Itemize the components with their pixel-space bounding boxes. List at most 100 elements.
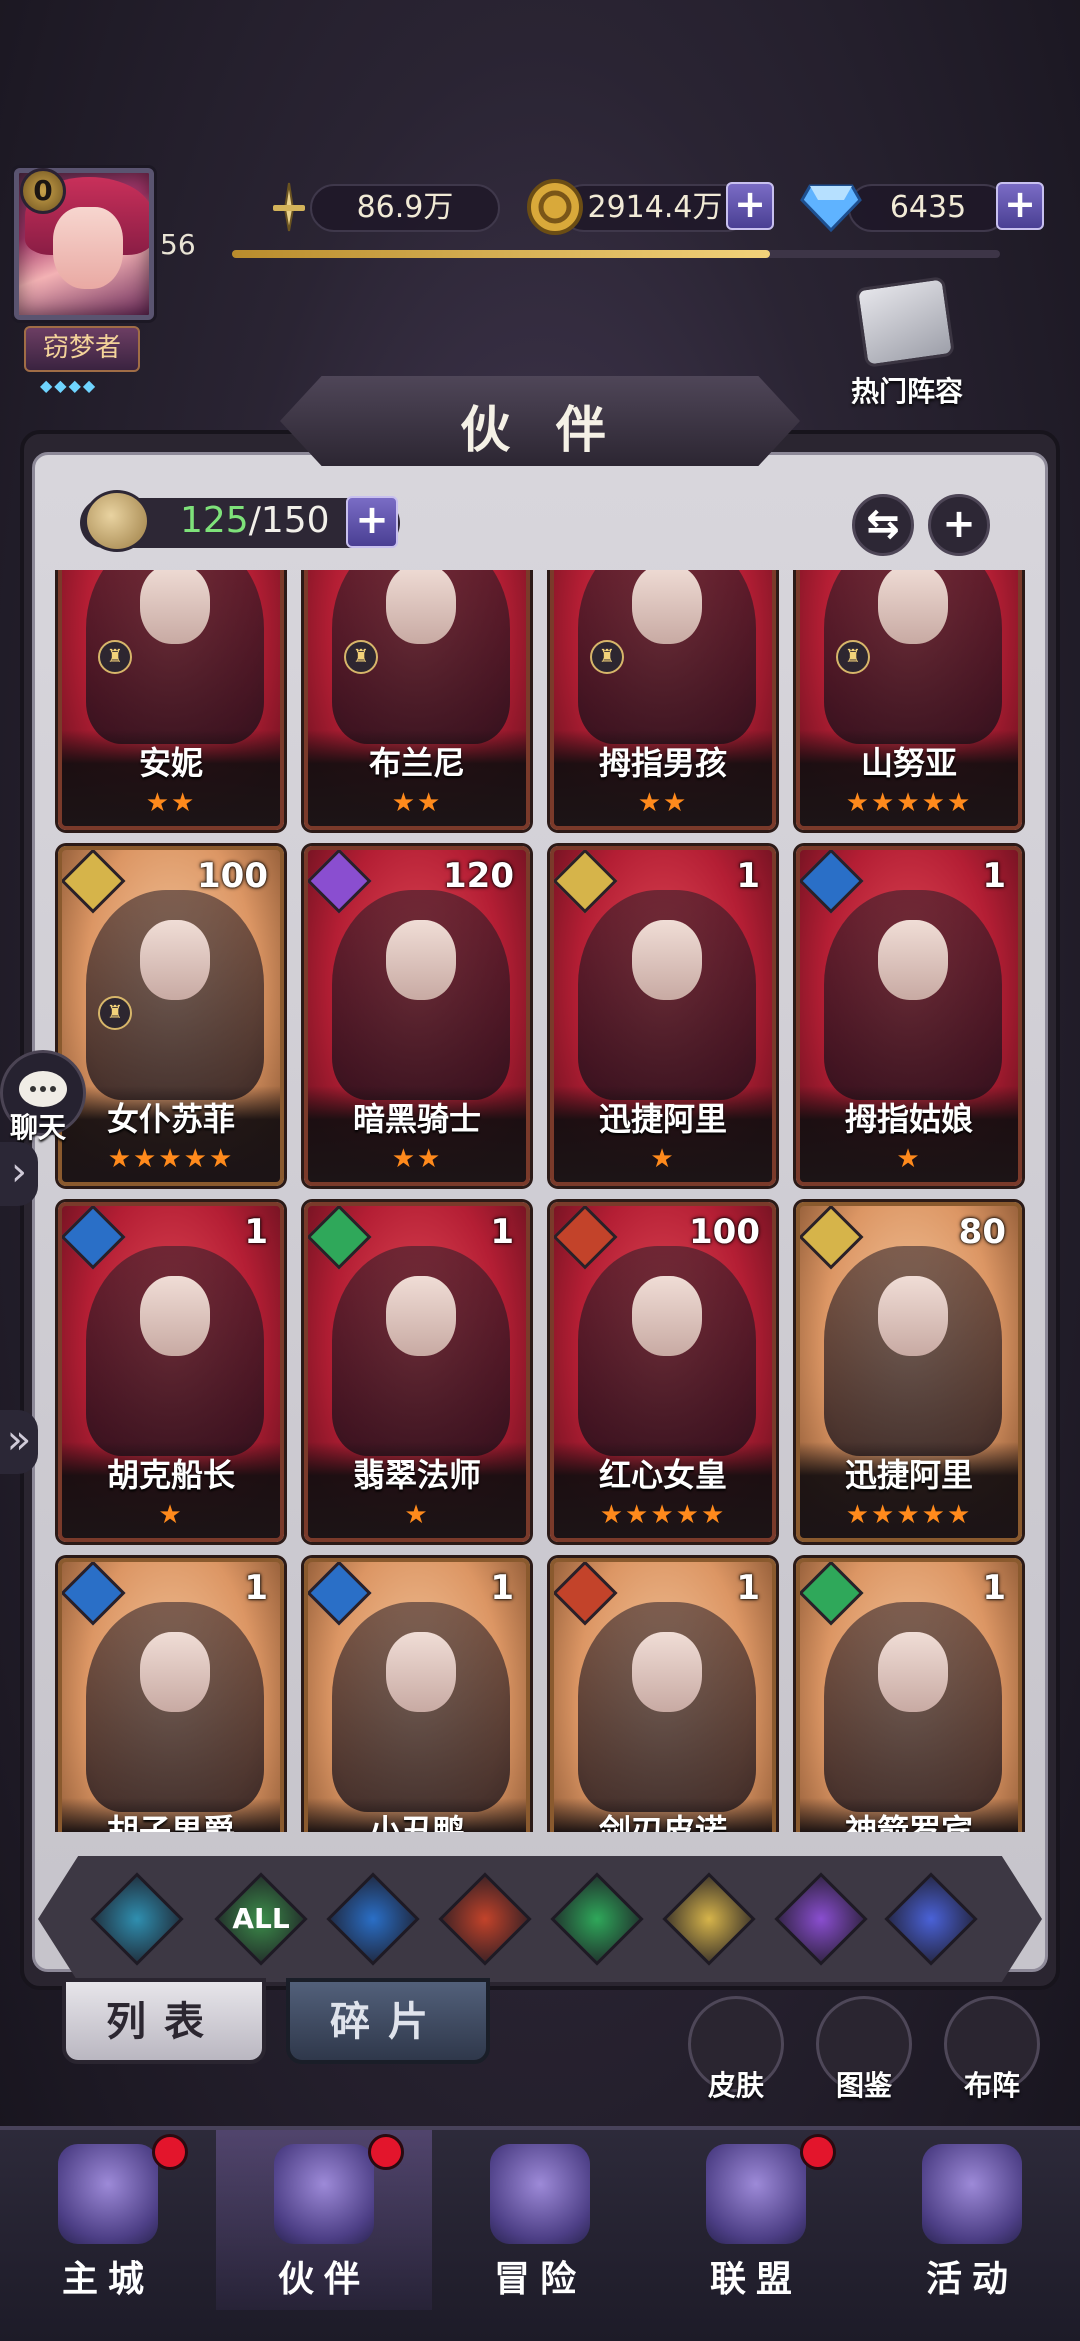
wind-element-icon xyxy=(800,1562,864,1626)
partner-card[interactable]: 1 胡克船长 ★ xyxy=(58,1202,284,1542)
partner-card[interactable]: 100 ♜ 女仆苏菲 ★★★★★ xyxy=(58,846,284,1186)
roster-count: 125/150 xyxy=(180,500,330,541)
gold-value: 2914.4万 xyxy=(560,184,750,232)
partner-name: 神箭罗宾 xyxy=(844,1812,973,1832)
partner-name: 暗黑骑士 xyxy=(352,1100,481,1138)
nav-alliance-label: 联盟 xyxy=(709,2258,802,2300)
diamond-icon xyxy=(800,176,862,238)
partner-portrait-face xyxy=(878,920,948,1000)
double-chevron-right-icon[interactable]: » xyxy=(0,1410,38,1474)
exp-bar xyxy=(232,250,1000,258)
partner-card[interactable]: ♜ 拇指男孩 ★★ xyxy=(550,570,776,830)
tab-list[interactable]: 列表 xyxy=(62,1978,266,2064)
skin-button-label[interactable]: 皮肤 xyxy=(676,2064,796,2104)
partner-star-rating: ★★ xyxy=(391,1144,443,1174)
add-diamond-button[interactable]: + xyxy=(996,182,1044,230)
partner-card[interactable]: 1 剑刃皮诺 xyxy=(550,1558,776,1832)
partner-card[interactable]: 80 迅捷阿里 ★★★★★ xyxy=(796,1202,1022,1542)
notification-dot xyxy=(800,2134,836,2170)
partner-card[interactable]: 120 暗黑骑士 ★★ xyxy=(304,846,530,1186)
partner-card[interactable]: ♜ 布兰尼 ★★ xyxy=(304,570,530,830)
witch-hat-icon xyxy=(274,2144,374,2244)
expand-roster-button[interactable]: + xyxy=(346,496,398,548)
partner-level: 120 xyxy=(443,856,514,896)
partner-name: 迅捷阿里 xyxy=(844,1456,973,1494)
avatar-face xyxy=(53,207,123,289)
roster-current: 125 xyxy=(180,500,249,541)
chevron-right-icon[interactable]: › xyxy=(0,1142,38,1206)
partner-star-rating: ★★ xyxy=(145,788,197,818)
hot-lineup-icon[interactable] xyxy=(854,276,956,368)
partner-card[interactable]: 1 拇指姑娘 ★ xyxy=(796,846,1022,1186)
filter-all-label[interactable]: ALL xyxy=(228,1886,294,1952)
partner-portrait-face xyxy=(878,570,948,644)
partner-level: 1 xyxy=(736,856,760,896)
partner-star-rating: ★★★★★ xyxy=(107,1144,235,1174)
light-element-icon xyxy=(554,850,618,914)
fire-element-icon xyxy=(554,1562,618,1626)
formation-button-label[interactable]: 布阵 xyxy=(932,2064,1052,2104)
partner-portrait-face xyxy=(386,570,456,644)
partner-portrait-face xyxy=(386,1632,456,1712)
codex-button-label[interactable]: 图鉴 xyxy=(804,2064,924,2104)
partner-portrait-face xyxy=(140,1632,210,1712)
gold-coin-icon xyxy=(524,176,586,238)
partner-card[interactable]: ♜ 山努亚 ★★★★★ xyxy=(796,570,1022,830)
nav-adventure[interactable]: 冒险 xyxy=(432,2130,648,2310)
partner-level: 1 xyxy=(244,1212,268,1252)
player-title-badge[interactable]: 窃梦者 xyxy=(24,326,140,372)
water-element-icon xyxy=(800,850,864,914)
chat-label[interactable]: 聊天 xyxy=(10,1106,66,1146)
fire-element-icon xyxy=(554,1206,618,1270)
partner-card[interactable]: 1 神箭罗宾 xyxy=(796,1558,1022,1832)
partner-portrait-face xyxy=(632,1276,702,1356)
title-gems: ◆◆◆◆ xyxy=(40,376,98,395)
dark-element-icon xyxy=(308,850,372,914)
partner-level: 100 xyxy=(197,856,268,896)
partner-level: 100 xyxy=(689,1212,760,1252)
partner-name: 迅捷阿里 xyxy=(598,1100,727,1138)
partner-grid: ♜ 安妮 ★★ ♜ 布兰尼 ★★ ♜ 拇指男孩 ★★ ♜ 山努亚 ★★★★★ 100 ♜ 女仆苏菲 ★★★★★… xyxy=(50,570,1030,1832)
partner-portrait-face xyxy=(878,1632,948,1712)
partner-card[interactable]: ♜ 安妮 ★★ xyxy=(58,570,284,830)
compass-icon xyxy=(490,2144,590,2244)
tab-fragments[interactable]: 碎片 xyxy=(286,1978,490,2064)
add-button[interactable]: + xyxy=(928,494,990,556)
partner-card[interactable]: 1 小丑鸭 xyxy=(304,1558,530,1832)
partner-portrait-face xyxy=(632,920,702,1000)
water-element-icon xyxy=(62,1206,126,1270)
partner-star-rating: ★ xyxy=(158,1500,184,1530)
add-gold-button[interactable]: + xyxy=(726,182,774,230)
nav-partners-label: 伙伴 xyxy=(277,2258,370,2300)
partner-portrait-face xyxy=(878,1276,948,1356)
locked-icon: ♜ xyxy=(590,640,624,674)
partner-star-rating: ★ xyxy=(404,1500,430,1530)
hot-lineup-label[interactable]: 热门阵容 xyxy=(842,370,972,410)
partner-star-rating: ★★★★★ xyxy=(599,1500,727,1530)
partner-level: 1 xyxy=(490,1212,514,1252)
partner-card[interactable]: 1 翡翠法师 ★ xyxy=(304,1202,530,1542)
partner-name: 拇指男孩 xyxy=(598,744,727,782)
diamond-value: 6435 xyxy=(848,184,1008,232)
notification-dot xyxy=(368,2134,404,2170)
partner-level: 1 xyxy=(982,856,1006,896)
partner-portrait-face xyxy=(632,1632,702,1712)
partner-star-rating: ★★★★★ xyxy=(845,788,973,818)
locked-icon: ♜ xyxy=(98,640,132,674)
partner-card[interactable]: 1 胡子男爵 xyxy=(58,1558,284,1832)
nav-events[interactable]: 活动 xyxy=(864,2130,1080,2310)
partner-level: 1 xyxy=(736,1568,760,1608)
partner-name: 女仆苏菲 xyxy=(106,1100,235,1138)
partner-portrait-face xyxy=(140,570,210,644)
swap-button[interactable]: ⇆ xyxy=(852,494,914,556)
partner-star-rating: ★★ xyxy=(391,788,443,818)
partner-level: 1 xyxy=(490,1568,514,1608)
shield-icon xyxy=(706,2144,806,2244)
partner-card[interactable]: 100 红心女皇 ★★★★★ xyxy=(550,1202,776,1542)
partners-count-icon xyxy=(84,490,150,552)
nav-main-city-label: 主城 xyxy=(61,2258,154,2300)
partner-portrait-face xyxy=(140,1276,210,1356)
partner-name: 布兰尼 xyxy=(368,744,465,782)
partner-card[interactable]: 1 迅捷阿里 ★ xyxy=(550,846,776,1186)
panel-title: 伙 伴 xyxy=(460,400,620,459)
